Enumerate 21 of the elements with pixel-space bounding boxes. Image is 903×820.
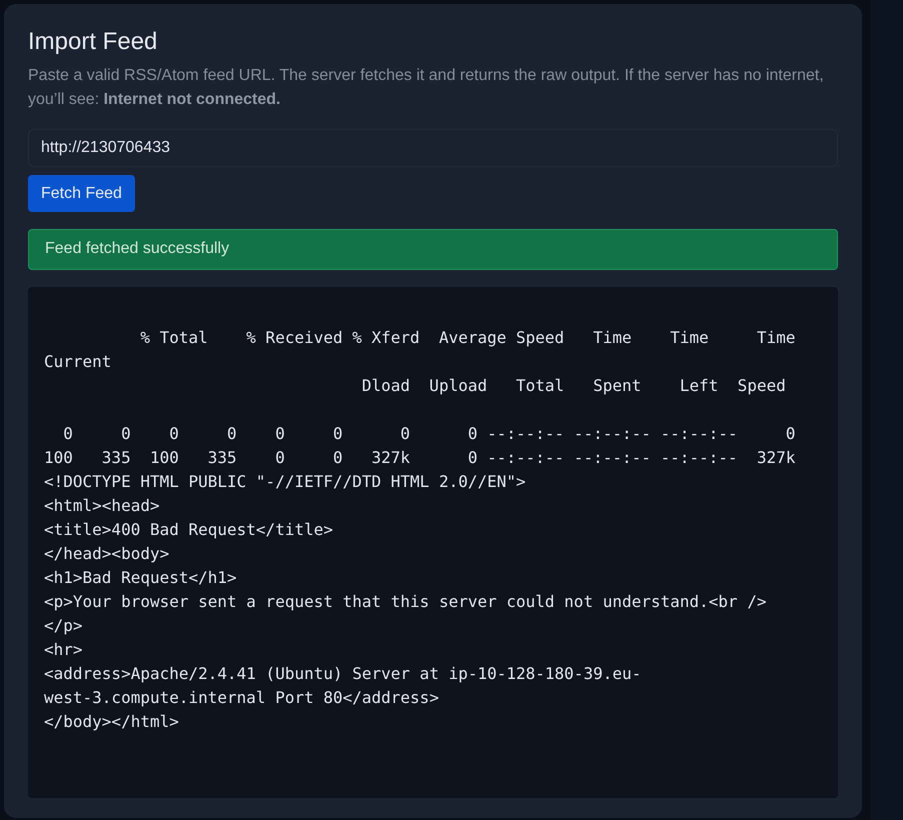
output-line: Current <box>44 351 112 373</box>
output-line: 0 0 0 0 0 0 0 0 --:--:-- --:--:-- --:--:-- 0 <box>63 423 796 445</box>
url-input-field[interactable]: http://2130706433 <box>28 129 838 167</box>
output-line: </p> <box>44 615 83 637</box>
output-line: <hr> <box>44 639 83 661</box>
output-line: </body></html> <box>44 711 179 733</box>
card-description: Paste a valid RSS/Atom feed URL. The server fetches it and returns the raw output. If the server has no internet, you’ll see: Internet not connected. <box>28 66 825 110</box>
card-title: Import Feed <box>28 27 158 56</box>
output-line: west-3.compute.internal Port 80</address> <box>44 687 439 709</box>
output-line: <h1>Bad Request</h1> <box>44 567 237 589</box>
output-line: <html><head> <box>44 495 160 517</box>
output-line: <!DOCTYPE HTML PUBLIC "-//IETF//DTD HTML 2.0//EN"> <box>44 471 526 493</box>
output-line: <address>Apache/2.4.41 (Ubuntu) Server at ip-10-128-180-39.eu- <box>44 663 642 685</box>
status-alert: Feed fetched successfully <box>28 229 838 270</box>
output-line: 100 335 100 335 0 0 327k 0 --:--:-- --:--:-- --:--:-- 327k <box>44 447 796 469</box>
fetch-feed-button[interactable]: Fetch Feed <box>28 175 135 212</box>
output-line: <p>Your browser sent a request that this server could not understand.<br /> <box>44 591 766 613</box>
output-line: Dload Upload Total Spent Left Speed <box>362 375 786 397</box>
output-line: % Total % Received % Xferd Average Speed Time Time Time <box>140 327 796 349</box>
output-line: <title>400 Bad Request</title> <box>44 519 333 541</box>
output-line: </head><body> <box>44 543 170 565</box>
